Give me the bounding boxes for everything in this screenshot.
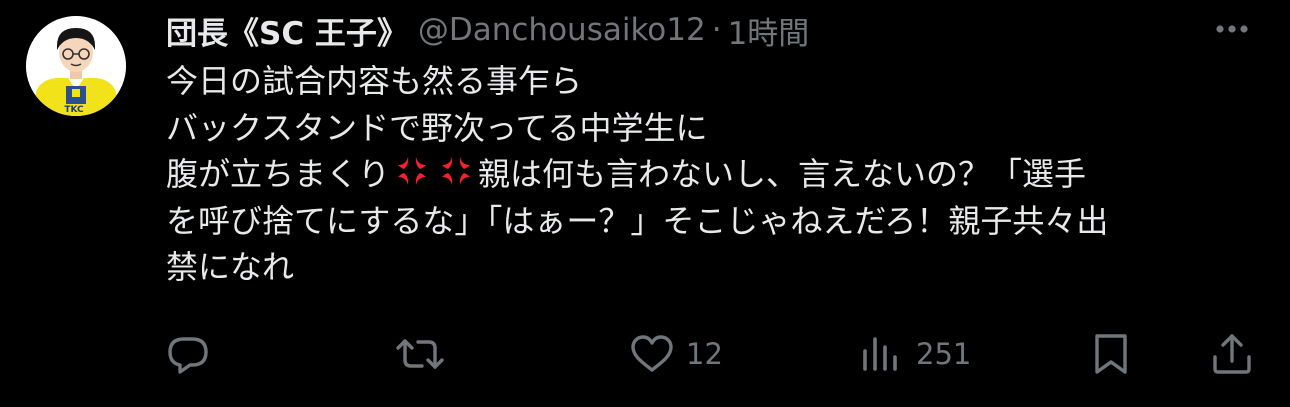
avatar[interactable]: TKC <box>26 16 126 116</box>
bookmark-button[interactable] <box>1090 331 1132 377</box>
user-handle[interactable]: @Danchousaiko12 <box>418 12 706 48</box>
analytics-icon <box>863 337 897 371</box>
avatar-image: TKC <box>26 16 126 116</box>
share-button[interactable] <box>1208 331 1256 377</box>
tweet-text-line: 禁になれ <box>166 248 295 286</box>
separator-dot: · <box>711 12 722 48</box>
avatar-badge-text: TKC <box>64 105 84 115</box>
like-count: 12 <box>686 337 723 371</box>
retweet-icon <box>396 339 444 369</box>
tweet-text-line: 腹が立ちまくり 親は何も言わないし、言えないの？「選手 <box>166 151 1266 198</box>
views-count: 251 <box>916 337 972 371</box>
share-icon <box>1213 334 1251 374</box>
anger-symbol-emoji <box>438 153 474 189</box>
timestamp[interactable]: 1時間 <box>728 8 810 53</box>
reply-button[interactable] <box>164 331 222 377</box>
tweet-text-segment: 腹が立ちまくり <box>166 155 391 193</box>
bookmark-icon <box>1095 334 1127 374</box>
heart-icon <box>631 335 673 372</box>
tweet-text-line: 今日の試合内容も然る事乍ら <box>166 62 583 100</box>
display-name[interactable]: 団長《SC 王子》 <box>166 8 408 53</box>
anger-symbol-emoji <box>394 153 430 189</box>
tweet-text-line: バックスタンドで野次ってる中学生に <box>166 108 708 147</box>
retweet-button[interactable] <box>392 331 458 377</box>
tweet-text-line: を呼び捨てにするな」「はぁー？」そこじゃねえだろ！親子共々出 <box>166 201 1109 240</box>
tweet-header: 団長《SC 王子》 @Danchousaiko12 · 1時間 <box>166 8 809 52</box>
tweet[interactable]: TKC 団長《SC 王子》 @Danchousaiko12 · 1時間 今日の試… <box>0 0 1290 407</box>
more-icon <box>1216 25 1248 33</box>
more-options-button[interactable] <box>1212 14 1252 44</box>
views-button[interactable]: 251 <box>858 331 971 377</box>
reply-icon <box>168 337 208 374</box>
like-button[interactable]: 12 <box>628 331 723 377</box>
tweet-text: 今日の試合内容も然る事乍ら バックスタンドで野次ってる中学生に 腹が立ちまくり 親… <box>166 58 1266 291</box>
tweet-text-segment: 親は何も言わないし、言えないの？「選手 <box>478 155 1087 193</box>
